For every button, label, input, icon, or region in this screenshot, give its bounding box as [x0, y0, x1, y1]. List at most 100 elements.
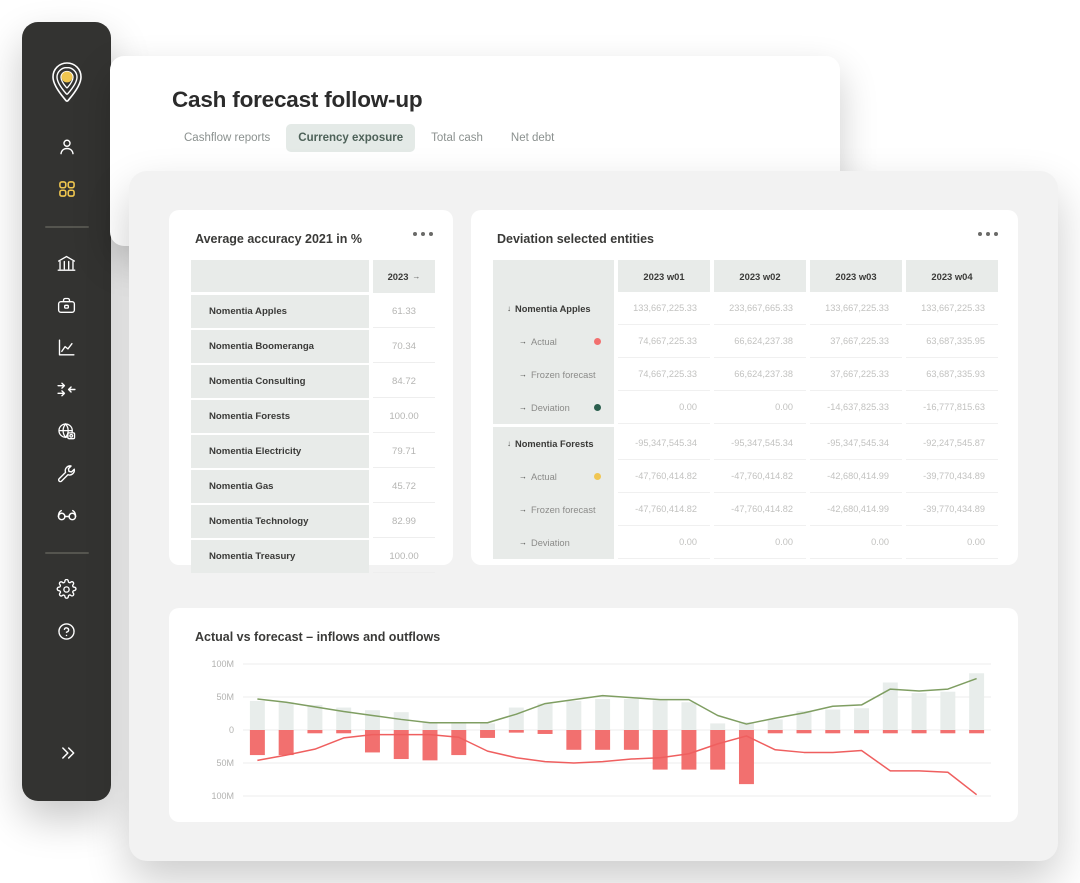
- sidebar-item-glasses[interactable]: [46, 494, 88, 536]
- deviation-card: Deviation selected entities 2023 w01 2023…: [471, 210, 1018, 565]
- app-root: Cash forecast follow-up Cashflow reports…: [0, 0, 1080, 883]
- deviation-value-cell: 133,667,225.33: [906, 292, 998, 325]
- accuracy-entity-label: Nomentia Treasury: [191, 540, 369, 573]
- table-row[interactable]: Nomentia Gas 45.72: [191, 470, 435, 503]
- accuracy-table: 2023 → Nomentia Apples 61.33 Nomentia Boomer…: [191, 260, 435, 575]
- outflow-bar: [710, 730, 726, 770]
- deviation-row-label[interactable]: → Actual: [493, 325, 614, 358]
- table-row[interactable]: Nomentia Consulting 84.72: [191, 365, 435, 398]
- status-dot: [594, 338, 601, 345]
- table-row[interactable]: → Actual 74,667,225.33 66,624,237.38 37,667,…: [493, 325, 998, 358]
- table-row[interactable]: Nomentia Technology 82.99: [191, 505, 435, 538]
- table-row[interactable]: ↓ Nomentia Forests -95,347,545.34 -95,347,5…: [493, 427, 998, 460]
- nomentia-pin-logo[interactable]: [45, 60, 89, 104]
- deviation-value-cell: 66,624,237.38: [714, 325, 806, 358]
- sidebar-item-help[interactable]: [46, 610, 88, 652]
- outflow-bar: [652, 730, 668, 770]
- deviation-value-cell: 0.00: [810, 526, 902, 559]
- tab-net-debt[interactable]: Net debt: [499, 124, 566, 152]
- deviation-value-cell: 63,687,335.95: [906, 325, 998, 358]
- inflow-bar: [307, 704, 323, 730]
- outflow-bar: [825, 730, 841, 734]
- y-axis-tick-label: 100M: [211, 791, 234, 801]
- sidebar-item-bank[interactable]: [46, 242, 88, 284]
- sidebar-item-wrench[interactable]: [46, 452, 88, 494]
- table-row[interactable]: Nomentia Boomeranga 70.34: [191, 330, 435, 363]
- accuracy-value-cell: 79.71: [373, 435, 435, 468]
- deviation-kebab-menu-icon[interactable]: [978, 232, 998, 236]
- twisty-icon[interactable]: →: [519, 370, 527, 379]
- sidebar-item-briefcase[interactable]: [46, 284, 88, 326]
- outflow-bar: [911, 730, 927, 734]
- table-row[interactable]: → Deviation 0.00 0.00 0.00 0.00: [493, 526, 998, 559]
- accuracy-card-title: Average accuracy 2021 in %: [195, 232, 363, 246]
- table-row[interactable]: Nomentia Electricity 79.71: [191, 435, 435, 468]
- table-row[interactable]: → Frozen forecast 74,667,225.33 66,624,237.…: [493, 358, 998, 391]
- twisty-icon[interactable]: ↓: [507, 304, 511, 313]
- inflow-bar: [595, 698, 611, 730]
- outflow-bar: [508, 730, 524, 733]
- accuracy-header-row: 2023 →: [191, 260, 435, 293]
- tab-bar: Cashflow reports Currency exposure Total…: [172, 124, 566, 152]
- tab-currency-exposure[interactable]: Currency exposure: [286, 124, 416, 152]
- sidebar-item-transfers[interactable]: [46, 368, 88, 410]
- twisty-icon[interactable]: →: [519, 472, 527, 481]
- twisty-icon[interactable]: →: [519, 538, 527, 547]
- status-dot: [594, 473, 601, 480]
- outflow-bar: [278, 730, 294, 756]
- deviation-value-cell: -14,637,825.33: [810, 391, 902, 424]
- outflow-bar: [364, 730, 380, 753]
- table-row[interactable]: ↓ Nomentia Apples 133,667,225.33 233,667,66…: [493, 292, 998, 325]
- tab-cashflow-reports[interactable]: Cashflow reports: [172, 124, 282, 152]
- twisty-icon[interactable]: →: [519, 337, 527, 346]
- tab-total-cash[interactable]: Total cash: [419, 124, 495, 152]
- accuracy-header-entity: [191, 260, 369, 292]
- deviation-table: 2023 w01 2023 w02 2023 w03 2023 w04 ↓ Nomenti…: [493, 260, 998, 559]
- deviation-value-cell: 37,667,225.33: [810, 325, 902, 358]
- deviation-row-label[interactable]: → Actual: [493, 460, 614, 493]
- inflow-bar: [623, 698, 639, 730]
- accuracy-value-cell: 84.72: [373, 365, 435, 398]
- sidebar-item-globe-money[interactable]: [46, 410, 88, 452]
- table-row[interactable]: Nomentia Apples 61.33: [191, 295, 435, 328]
- inflow-bar: [508, 707, 524, 730]
- deviation-header-row: 2023 w01 2023 w02 2023 w03 2023 w04: [493, 260, 998, 292]
- table-row[interactable]: Nomentia Forests 100.00: [191, 400, 435, 433]
- deviation-row-label[interactable]: → Frozen forecast: [493, 493, 614, 526]
- deviation-row-label[interactable]: ↓ Nomentia Apples: [493, 292, 614, 325]
- deviation-header-week[interactable]: 2023 w02: [714, 260, 806, 292]
- deviation-row-label[interactable]: ↓ Nomentia Forests: [493, 427, 614, 460]
- sidebar-item-dashboard[interactable]: [46, 168, 88, 210]
- sidebar-item-settings[interactable]: [46, 568, 88, 610]
- accuracy-header-year[interactable]: 2023 →: [373, 260, 435, 293]
- accuracy-value-cell: 100.00: [373, 400, 435, 433]
- accuracy-entity-label: Nomentia Gas: [191, 470, 369, 503]
- deviation-header-week[interactable]: 2023 w04: [906, 260, 998, 292]
- accuracy-kebab-menu-icon[interactable]: [413, 232, 433, 236]
- table-row[interactable]: Nomentia Treasury 100.00: [191, 540, 435, 573]
- twisty-icon[interactable]: ↓: [507, 439, 511, 448]
- inflow-bar: [451, 723, 467, 730]
- twisty-icon[interactable]: →: [519, 403, 527, 412]
- deviation-value-cell: -47,760,414.82: [618, 460, 710, 493]
- sidebar-item-user[interactable]: [46, 126, 88, 168]
- deviation-row-label[interactable]: → Frozen forecast: [493, 358, 614, 391]
- table-row[interactable]: → Frozen forecast -47,760,414.82 -47,760,41…: [493, 493, 998, 526]
- deviation-header-week[interactable]: 2023 w01: [618, 260, 710, 292]
- accuracy-value-cell: 45.72: [373, 470, 435, 503]
- deviation-row-label[interactable]: → Deviation: [493, 526, 614, 559]
- deviation-value-cell: -92,247,545.87: [906, 427, 998, 460]
- deviation-value-cell: 133,667,225.33: [618, 292, 710, 325]
- sidebar-expand-toggle[interactable]: [51, 737, 83, 769]
- outflow-bar: [451, 730, 467, 756]
- deviation-row-label[interactable]: → Deviation: [493, 391, 614, 424]
- table-row[interactable]: → Deviation 0.00 0.00 -14,637,825.33 -16,777,…: [493, 391, 998, 424]
- sidebar-divider-1: [44, 226, 89, 228]
- twisty-icon[interactable]: →: [519, 505, 527, 514]
- deviation-value-cell: 0.00: [618, 391, 710, 424]
- table-row[interactable]: → Actual -47,760,414.82 -47,760,414.82 -42,6…: [493, 460, 998, 493]
- deviation-header-week[interactable]: 2023 w03: [810, 260, 902, 292]
- deviation-header-entity: [493, 260, 614, 292]
- sidebar-item-chart-line[interactable]: [46, 326, 88, 368]
- inflow-bar: [249, 700, 265, 730]
